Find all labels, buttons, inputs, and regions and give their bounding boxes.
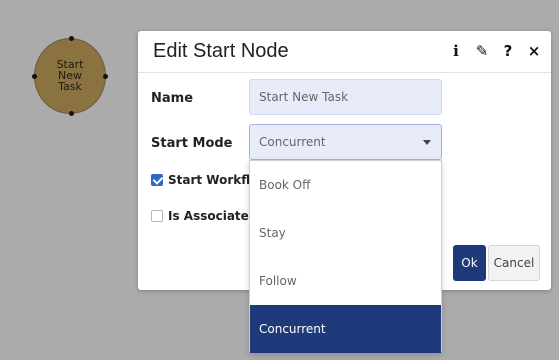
help-icon[interactable]: ? (501, 42, 515, 60)
node-port-right[interactable] (103, 74, 108, 79)
info-icon[interactable]: i (449, 42, 463, 60)
close-icon[interactable]: × (527, 42, 541, 60)
node-port-left[interactable] (32, 74, 37, 79)
is-associated-label: Is Associated (168, 209, 258, 223)
node-label-line: Task (58, 80, 82, 93)
start-mode-label: Start Mode (151, 136, 233, 151)
start-mode-dropdown: Book Off Stay Follow Concurrent (249, 160, 442, 353)
dropdown-option-stay[interactable]: Stay (250, 209, 441, 257)
start-node[interactable]: Start New Task (32, 36, 108, 116)
dropdown-option-concurrent[interactable]: Concurrent (250, 305, 441, 353)
caret-down-icon (423, 140, 431, 145)
dropdown-option-book-off[interactable]: Book Off (250, 161, 441, 209)
dialog-title: Edit Start Node (153, 40, 289, 62)
start-workflow-label: Start Workflow (168, 173, 258, 187)
start-mode-select[interactable]: Concurrent (249, 124, 442, 160)
start-node-label: Start New Task (35, 59, 105, 92)
header-icons: i ✎ ? × (449, 42, 541, 60)
start-mode-value: Concurrent (259, 135, 326, 149)
dialog-header: Edit Start Node i ✎ ? × (138, 31, 551, 73)
cancel-button[interactable]: Cancel (488, 245, 540, 281)
name-label: Name (151, 91, 194, 106)
node-port-top[interactable] (69, 36, 74, 41)
start-workflow-checkbox[interactable] (151, 174, 163, 186)
name-input[interactable]: Start New Task (249, 79, 442, 115)
ok-button[interactable]: Ok (453, 245, 486, 281)
is-associated-checkbox[interactable] (151, 210, 163, 222)
pencil-icon[interactable]: ✎ (475, 42, 489, 60)
is-associated-row[interactable]: Is Associated (151, 209, 258, 223)
node-port-bottom[interactable] (69, 111, 74, 116)
start-workflow-row[interactable]: Start Workflow (151, 173, 258, 187)
dropdown-option-follow[interactable]: Follow (250, 257, 441, 305)
